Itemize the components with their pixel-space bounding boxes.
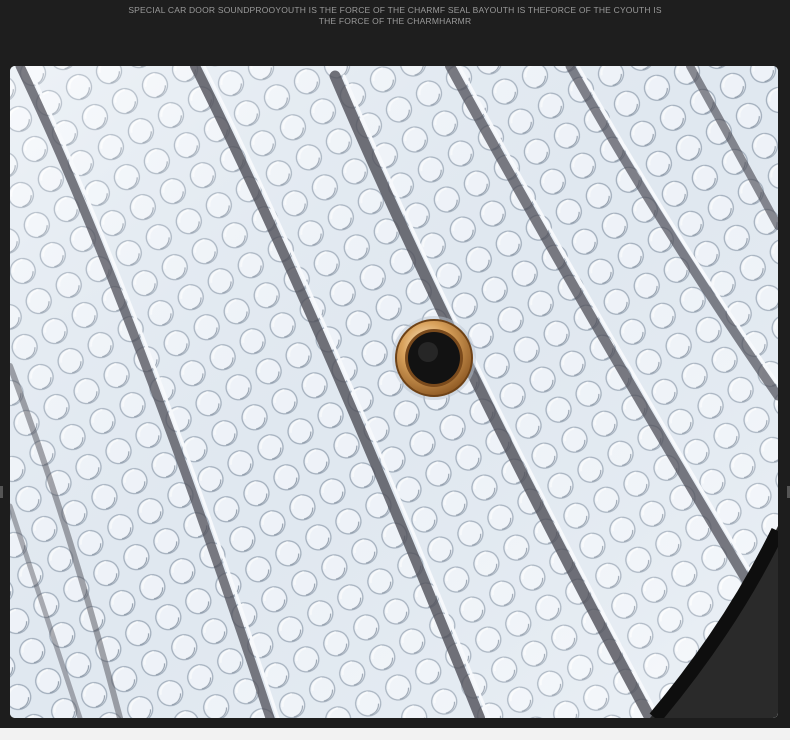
foil-sheen — [10, 66, 778, 718]
header-bar: SPECIAL CAR DOOR SOUNDPROOYOUTH IS THE F… — [0, 0, 790, 60]
caption-line-1: SPECIAL CAR DOOR SOUNDPROOYOUTH IS THE F… — [128, 5, 662, 15]
left-edge-marker — [0, 486, 3, 498]
grommet-eyelet-icon — [392, 316, 476, 400]
foil-insulation-image — [10, 66, 778, 718]
product-photo — [10, 66, 778, 718]
caption-line-2: THE FORCE OF THE CHARMHARMR — [318, 16, 472, 26]
product-caption: SPECIAL CAR DOOR SOUNDPROOYOUTH IS THE F… — [120, 5, 670, 27]
bottom-strip — [0, 728, 790, 740]
